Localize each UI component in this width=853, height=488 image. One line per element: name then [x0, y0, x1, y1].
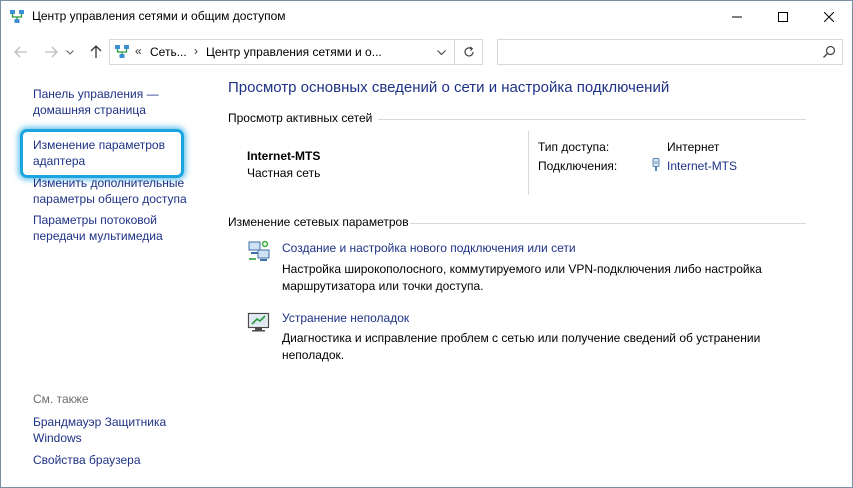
chevron-down-icon — [436, 49, 446, 55]
breadcrumb-separator[interactable]: › — [194, 44, 198, 58]
search-box[interactable] — [497, 39, 843, 65]
network-divider — [528, 131, 529, 195]
network-category[interactable]: Частная сеть — [247, 166, 320, 180]
sidebar-item-label: Изменение параметров — [33, 138, 165, 152]
back-button[interactable] — [11, 42, 31, 62]
section-divider — [378, 119, 806, 120]
window: Центр управления сетями и общим доступом — [0, 0, 853, 488]
refresh-button[interactable] — [454, 40, 482, 64]
sidebar-item-advanced-sharing[interactable]: Изменить дополнительные параметры общего… — [33, 175, 187, 207]
search-input[interactable] — [502, 42, 806, 64]
sidebar-item-change-adapter-settings[interactable]: Изменение параметров адаптера — [33, 137, 165, 169]
up-button[interactable] — [86, 42, 106, 62]
sidebar-item-label: Windows — [33, 431, 82, 445]
sidebar-item-label: Изменить дополнительные — [33, 176, 185, 190]
new-connection-description: Настройка широкополосного, коммутируемог… — [282, 262, 762, 293]
arrow-left-icon — [14, 46, 27, 58]
search-icon[interactable] — [822, 45, 836, 59]
sidebar-item-label: параметры общего доступа — [33, 192, 187, 206]
minimize-icon — [732, 16, 742, 17]
network-center-icon — [10, 10, 24, 23]
connection-link[interactable]: Internet-MTS — [667, 159, 737, 173]
change-settings-header: Изменение сетевых параметров — [228, 215, 409, 229]
sidebar-home-line-1: Панель управления — — [33, 87, 159, 101]
breadcrumb-network[interactable]: Сеть... — [150, 45, 187, 59]
close-icon — [824, 11, 834, 22]
maximize-button[interactable] — [760, 1, 806, 32]
page-title: Просмотр основных сведений о сети и наст… — [228, 79, 670, 96]
title-bar: Центр управления сетями и общим доступом — [1, 1, 852, 32]
active-networks-header: Просмотр активных сетей — [228, 111, 373, 125]
troubleshoot-link[interactable]: Устранение неполадок — [282, 311, 409, 325]
overflow-chevron[interactable]: « — [135, 44, 142, 58]
new-connection-link[interactable]: Создание и настройка нового подключения … — [282, 241, 576, 255]
address-bar[interactable]: « Сеть... › Центр управления сетями и о.… — [109, 39, 483, 65]
network-name: Internet-MTS — [247, 149, 321, 163]
troubleshoot-icon[interactable] — [247, 310, 271, 334]
arrow-up-icon — [90, 45, 102, 58]
window-title: Центр управления сетями и общим доступом — [32, 9, 286, 23]
sidebar-item-firewall[interactable]: Брандмауэр Защитника Windows — [33, 414, 166, 446]
sidebar-item-media-streaming[interactable]: Параметры потоковой передачи мультимедиа — [33, 212, 163, 244]
chevron-down-icon — [66, 49, 74, 55]
network-center-icon — [115, 45, 129, 58]
sidebar-home-link[interactable]: Панель управления — домашняя страница — [33, 86, 159, 118]
access-type-label: Тип доступа: — [538, 140, 610, 154]
sidebar-item-browser-properties[interactable]: Свойства браузера — [33, 452, 141, 468]
sidebar-item-label: передачи мультимедиа — [33, 229, 163, 243]
sidebar-item-label: Параметры потоковой — [33, 213, 157, 227]
connections-label: Подключения: — [538, 159, 618, 173]
maximize-icon — [778, 11, 788, 22]
sidebar-item-label: адаптера — [33, 154, 86, 168]
recent-locations-button[interactable] — [64, 42, 76, 62]
navigation-bar: « Сеть... › Центр управления сетями и о.… — [1, 32, 852, 74]
section-divider — [410, 223, 806, 224]
refresh-icon — [463, 46, 474, 57]
sidebar-item-label: Свойства браузера — [33, 453, 141, 467]
address-dropdown-button[interactable] — [430, 40, 452, 64]
see-also-heading: См. также — [33, 392, 89, 406]
access-type-value: Интернет — [667, 140, 720, 154]
troubleshoot-description: Диагностика и исправление проблем с сеть… — [282, 331, 761, 362]
arrow-right-icon — [45, 46, 58, 58]
forward-button[interactable] — [41, 42, 61, 62]
breadcrumb-network-center[interactable]: Центр управления сетями и о... — [206, 45, 382, 59]
close-button[interactable] — [806, 1, 852, 32]
sidebar-home-line-2: домашняя страница — [33, 103, 146, 117]
new-connection-icon[interactable] — [247, 239, 271, 263]
sidebar-item-label: Брандмауэр Защитника — [33, 415, 167, 429]
adapter-icon — [652, 158, 660, 171]
minimize-button[interactable] — [714, 1, 760, 32]
